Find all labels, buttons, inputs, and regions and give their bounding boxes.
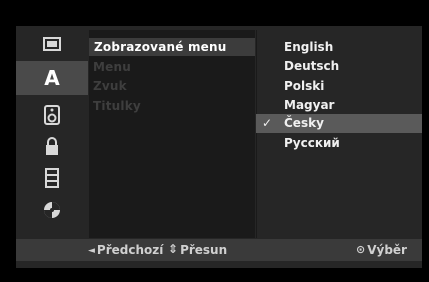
submenu-item-display-menu[interactable]: Zobrazované menu <box>89 38 255 56</box>
ok-button-icon: ⊙ <box>356 243 366 256</box>
footer-move-label: Přesun <box>180 243 228 257</box>
footer-previous-label: Předchozí <box>96 243 164 257</box>
submenu-item-menu[interactable]: Menu <box>93 58 131 76</box>
option-polski[interactable]: Polski <box>256 77 422 96</box>
sidebar-item-setup[interactable] <box>16 196 88 224</box>
language-options: English Deutsch Polski Magyar ✓ Česky Ру… <box>256 30 422 238</box>
option-label: English <box>284 40 334 54</box>
submenu-item-audio[interactable]: Zvuk <box>93 77 127 95</box>
option-english[interactable]: English <box>256 38 422 57</box>
sidebar-item-lock[interactable] <box>16 132 88 160</box>
sidebar-item-film[interactable] <box>16 164 88 192</box>
option-label: Česky <box>284 116 324 130</box>
film-icon <box>44 168 60 188</box>
checkmark-icon: ✓ <box>262 116 273 130</box>
option-label: Polski <box>284 79 325 93</box>
option-label: Magyar <box>284 98 335 112</box>
disc-icon <box>42 36 62 52</box>
arrow-left-icon: ◄ <box>88 246 95 256</box>
submenu-item-subtitles[interactable]: Titulky <box>93 97 141 115</box>
option-magyar[interactable]: Magyar <box>256 96 422 115</box>
option-deutsch[interactable]: Deutsch <box>256 57 422 76</box>
footer-previous: ◄ Předchozí <box>88 239 163 261</box>
sidebar-item-audio[interactable] <box>16 101 88 129</box>
language-icon: A <box>44 66 60 90</box>
option-label: Deutsch <box>284 59 340 73</box>
sidebar-item-disc[interactable] <box>16 30 88 58</box>
footer-bar: ◄ Předchozí ⇕ Přesun ⊙ Výběr <box>16 239 422 261</box>
submenu-list: Zobrazované menu Menu Zvuk Titulky <box>89 30 255 238</box>
speaker-icon <box>44 105 60 125</box>
option-cesky[interactable]: ✓ Česky <box>256 114 422 133</box>
footer-select: ⊙ Výběr <box>356 239 407 261</box>
lock-icon <box>44 136 60 156</box>
up-down-arrow-icon: ⇕ <box>168 242 179 256</box>
sidebar: A <box>16 30 88 238</box>
option-russian[interactable]: Русский <box>256 134 422 153</box>
footer-select-label: Výběr <box>367 243 407 257</box>
setup-disc-icon <box>42 200 62 220</box>
sidebar-item-language[interactable]: A <box>16 61 88 95</box>
footer-move: ⇕ Přesun <box>168 239 227 261</box>
option-label: Русский <box>284 136 340 150</box>
